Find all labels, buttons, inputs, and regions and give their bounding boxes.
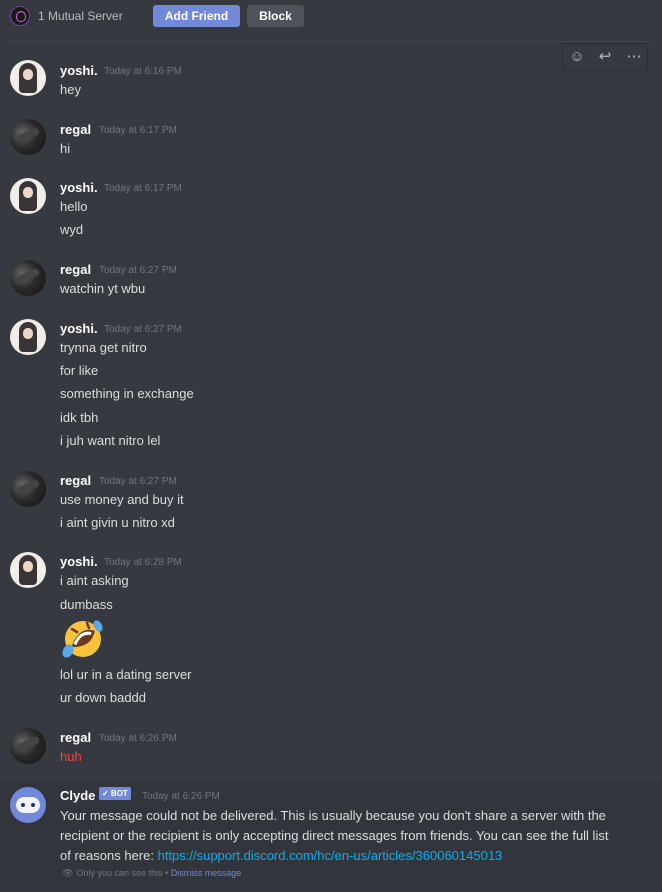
bot-tag-badge: ✓ BOT: [99, 787, 131, 800]
message-text: hey: [60, 82, 81, 97]
username[interactable]: yoshi.: [60, 180, 98, 195]
message-hover-toolbar: ☺ ↩ ⋯: [562, 43, 648, 71]
avatar[interactable]: [10, 728, 46, 764]
avatar[interactable]: [10, 60, 46, 96]
support-article-link[interactable]: https://support.discord.com/hc/en-us/art…: [158, 848, 503, 863]
block-button[interactable]: Block: [247, 5, 304, 27]
add-reaction-icon[interactable]: ☺: [567, 48, 587, 66]
username[interactable]: yoshi.: [60, 321, 98, 336]
avatar[interactable]: [10, 552, 46, 588]
clyde-message-body: Your message could not be delivered. Thi…: [60, 806, 620, 866]
timestamp: Today at 6:16 PM: [104, 66, 182, 77]
message-text: use money and buy it: [60, 492, 184, 507]
timestamp: Today at 6:17 PM: [99, 125, 177, 136]
avatar[interactable]: [10, 178, 46, 214]
message-text: lol ur in a dating server: [60, 667, 192, 682]
message-text: ur down baddd: [60, 690, 147, 705]
avatar[interactable]: [10, 319, 46, 355]
add-friend-button[interactable]: Add Friend: [153, 5, 240, 27]
message-text: wyd: [60, 222, 84, 237]
username[interactable]: regal: [60, 473, 91, 488]
timestamp: Today at 6:27 PM: [99, 476, 177, 487]
message-text: i aint asking: [60, 573, 129, 588]
dismiss-message-link[interactable]: Dismiss message: [171, 868, 242, 878]
clyde-avatar[interactable]: [10, 787, 46, 823]
avatar[interactable]: [10, 119, 46, 155]
only-you-label: Only you can see this •: [76, 868, 169, 878]
message-text: dumbass: [60, 597, 113, 612]
profile-header: 1 Mutual Server Add Friend Block: [0, 0, 662, 32]
message-text: something in exchange: [60, 386, 194, 401]
avatar[interactable]: [10, 260, 46, 296]
timestamp: Today at 6:17 PM: [104, 183, 182, 194]
message-text: hi: [60, 141, 71, 156]
timestamp: Today at 6:26 PM: [142, 791, 220, 802]
message-text: for like: [60, 363, 99, 378]
more-options-icon[interactable]: ⋯: [624, 48, 644, 66]
timestamp: Today at 6:26 PM: [99, 733, 177, 744]
failed-message-text: huh: [60, 749, 82, 764]
message-text: i juh want nitro lel: [60, 433, 161, 448]
rolling-on-the-floor-laughing-emoji-icon[interactable]: [60, 617, 104, 661]
timestamp: Today at 6:27 PM: [104, 324, 182, 335]
mutual-server-icon[interactable]: [10, 6, 30, 26]
reply-icon[interactable]: ↩: [595, 48, 615, 66]
ephemeral-notice: 👁 Only you can see this • Dismiss messag…: [62, 868, 241, 879]
timestamp: Today at 6:28 PM: [104, 557, 182, 568]
message-text: hello: [60, 199, 88, 214]
username[interactable]: regal: [60, 730, 91, 745]
avatar[interactable]: [10, 471, 46, 507]
message-text: i aint givin u nitro xd: [60, 515, 175, 530]
timestamp: Today at 6:27 PM: [99, 265, 177, 276]
username[interactable]: regal: [60, 262, 91, 277]
clyde-username[interactable]: Clyde: [60, 788, 95, 803]
mutual-servers-label[interactable]: 1 Mutual Server: [38, 9, 123, 23]
message-text: trynna get nitro: [60, 340, 147, 355]
username[interactable]: yoshi.: [60, 63, 98, 78]
username[interactable]: yoshi.: [60, 554, 98, 569]
username[interactable]: regal: [60, 122, 91, 137]
eye-icon: 👁: [62, 868, 74, 878]
message-text: idk tbh: [60, 410, 99, 425]
message-text: watchin yt wbu: [60, 281, 146, 296]
header-divider: [10, 41, 652, 42]
